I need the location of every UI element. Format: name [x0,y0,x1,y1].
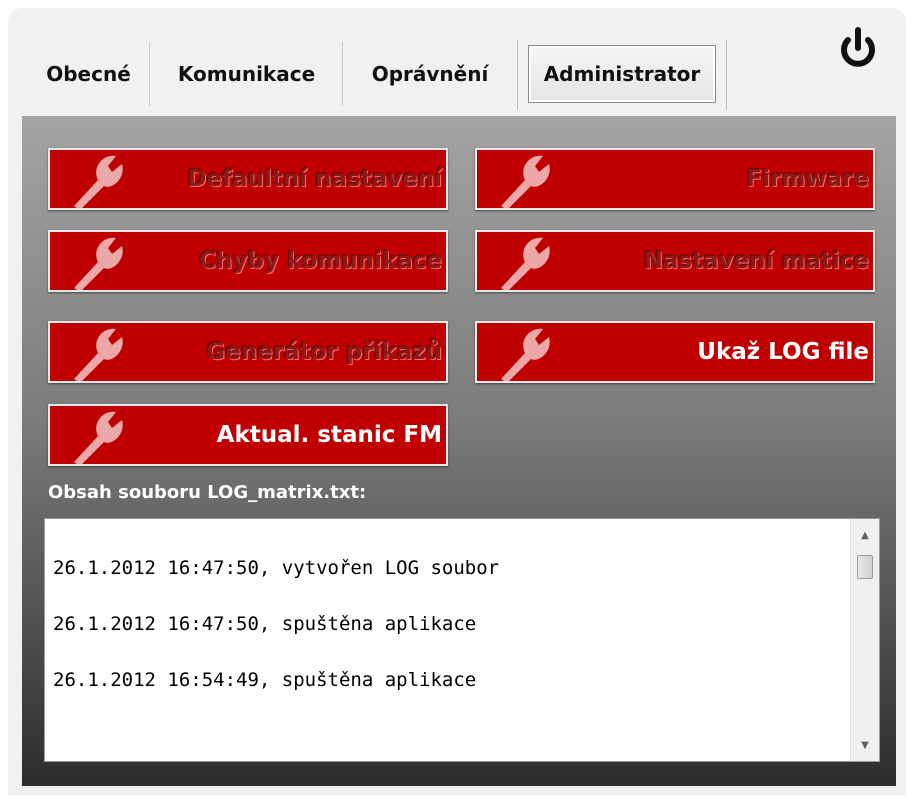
default-settings-button[interactable]: Defaultní nastavení [48,148,448,210]
tab-administrator[interactable]: Administrator [528,45,716,103]
log-line: 26.1.2012 16:47:50, spuštěna aplikace [53,613,477,635]
wrench-icon [501,237,550,290]
scroll-up-arrow-icon[interactable]: ▲ [851,525,879,545]
button-label: Aktual. stanic FM [216,422,442,448]
communication-errors-button[interactable]: Chyby komunikace [48,230,448,292]
wrench-icon [74,328,123,381]
command-generator-button[interactable]: Generátor příkazů [48,321,448,383]
log-lines: 26.1.2012 16:47:50, vytvořen LOG soubor … [53,545,499,713]
wrench-icon [501,155,550,208]
wrench-icon [74,155,123,208]
log-line: 26.1.2012 16:54:49, spuštěna aplikace [53,669,477,691]
scroll-thumb[interactable] [857,555,873,579]
log-line: 26.1.2012 16:47:50, vytvořen LOG soubor [53,557,500,579]
button-label: Defaultní nastavení [187,166,442,192]
tab-komunikace[interactable]: Komunikace [151,42,343,106]
tab-opravneni[interactable]: Oprávnění [344,42,516,106]
admin-panel: Defaultní nastavení Firmware Chyby komun… [22,116,896,786]
power-icon[interactable] [836,26,880,72]
tab-obecne[interactable]: Obecné [28,42,150,106]
show-log-file-button[interactable]: Ukaž LOG file [475,321,875,383]
tab-administrator-container: Administrator [517,40,727,110]
log-textarea[interactable]: 26.1.2012 16:47:50, vytvořen LOG soubor … [44,518,880,762]
firmware-button[interactable]: Firmware [475,148,875,210]
matrix-settings-button[interactable]: Nastavení matice [475,230,875,292]
wrench-icon [501,328,550,381]
button-label: Firmware [746,166,869,192]
button-label: Chyby komunikace [199,248,442,274]
button-label: Ukaž LOG file [697,339,869,365]
button-label: Nastavení matice [643,248,869,274]
wrench-icon [74,411,123,464]
button-label: Generátor příkazů [206,339,442,365]
log-scrollbar[interactable]: ▲ ▼ [850,519,879,761]
wrench-icon [74,237,123,290]
log-content-label: Obsah souboru LOG_matrix.txt: [48,482,367,503]
scroll-down-arrow-icon[interactable]: ▼ [851,735,879,755]
update-fm-stations-button[interactable]: Aktual. stanic FM [48,404,448,466]
